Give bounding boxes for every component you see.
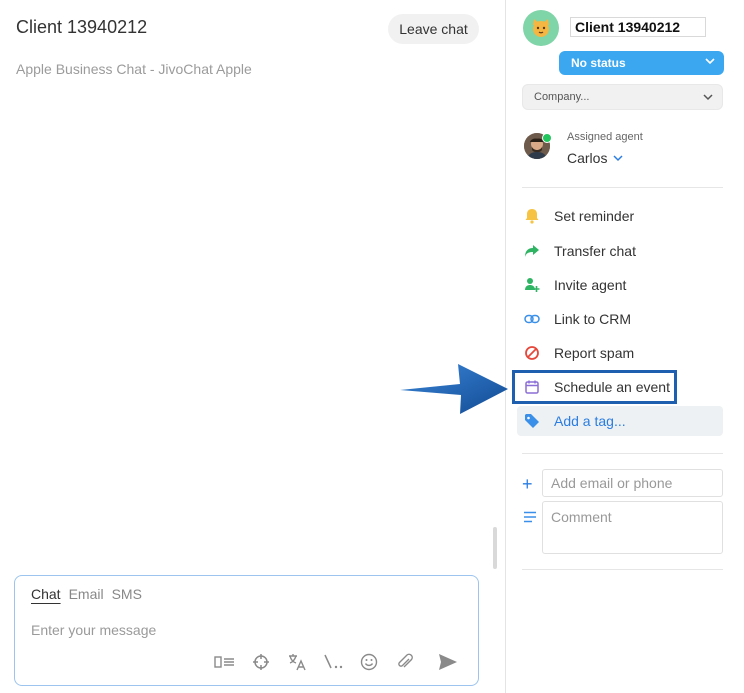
action-label: Link to CRM	[554, 311, 632, 327]
comment-field[interactable]	[542, 501, 723, 554]
leave-chat-button[interactable]: Leave chat	[388, 14, 479, 44]
assigned-agent-label: Assigned agent	[567, 131, 643, 143]
attach-icon[interactable]	[393, 650, 417, 674]
transfer-arrow-icon	[523, 242, 541, 260]
action-label: Set reminder	[554, 208, 635, 224]
plus-icon[interactable]: +	[522, 474, 533, 495]
composer-toolbar	[15, 650, 478, 674]
action-label: Report spam	[554, 345, 635, 361]
action-label: Invite agent	[554, 277, 627, 293]
tab-sms[interactable]: SMS	[112, 586, 142, 602]
link-to-crm-action[interactable]: Link to CRM	[522, 304, 723, 334]
section-divider	[522, 569, 723, 570]
link-icon	[523, 310, 541, 328]
company-placeholder: Company...	[534, 91, 590, 103]
action-label: Add a tag...	[554, 413, 626, 429]
tab-chat[interactable]: Chat	[31, 586, 61, 602]
message-input[interactable]	[31, 620, 451, 640]
chevron-down-icon	[702, 91, 714, 106]
set-reminder-action[interactable]: Set reminder	[522, 201, 723, 231]
assigned-agent-selector[interactable]: Carlos	[567, 150, 623, 166]
tab-email[interactable]: Email	[69, 586, 104, 602]
email-phone-field[interactable]	[542, 469, 723, 497]
send-icon[interactable]	[436, 650, 460, 674]
highlight-box	[512, 370, 677, 404]
tag-icon	[523, 412, 541, 430]
section-divider	[522, 187, 723, 188]
action-label: Transfer chat	[554, 243, 636, 259]
client-name-field[interactable]	[570, 17, 706, 37]
chat-scrollbar[interactable]	[493, 527, 497, 569]
chat-title: Client 13940212	[16, 17, 148, 37]
section-divider	[522, 453, 723, 454]
annotation-arrow-icon	[400, 364, 508, 414]
bell-icon	[523, 207, 541, 225]
add-tag-action[interactable]: Add a tag...	[517, 406, 723, 436]
chevron-down-icon	[613, 155, 623, 162]
lines-icon	[524, 510, 536, 528]
translate-icon[interactable]	[285, 650, 309, 674]
company-dropdown[interactable]: Company...	[522, 84, 723, 110]
client-avatar	[523, 10, 559, 46]
cat-face-icon	[533, 19, 549, 37]
client-info-panel: No status Company... Assigned agent Carl…	[506, 0, 744, 693]
chevron-down-icon	[704, 55, 716, 70]
composer-tabs: Chat Email SMS	[31, 586, 142, 602]
status-dropdown[interactable]: No status	[559, 51, 724, 75]
invite-agent-action[interactable]: Invite agent	[522, 270, 723, 300]
chat-source: Apple Business Chat - JivoChat Apple	[16, 61, 252, 77]
chat-pane: Client 13940212 Leave chat Apple Busines…	[0, 0, 505, 693]
message-composer: Chat Email SMS	[14, 575, 479, 686]
commands-icon[interactable]	[321, 650, 345, 674]
emoji-icon[interactable]	[357, 650, 381, 674]
block-icon	[523, 344, 541, 362]
quick-replies-icon[interactable]	[213, 650, 237, 674]
transfer-chat-action[interactable]: Transfer chat	[522, 236, 723, 266]
status-label: No status	[571, 56, 626, 70]
agent-name: Carlos	[567, 150, 608, 166]
add-person-icon	[523, 276, 541, 294]
online-status-dot	[542, 133, 552, 143]
report-spam-action[interactable]: Report spam	[522, 338, 723, 368]
target-icon[interactable]	[249, 650, 273, 674]
